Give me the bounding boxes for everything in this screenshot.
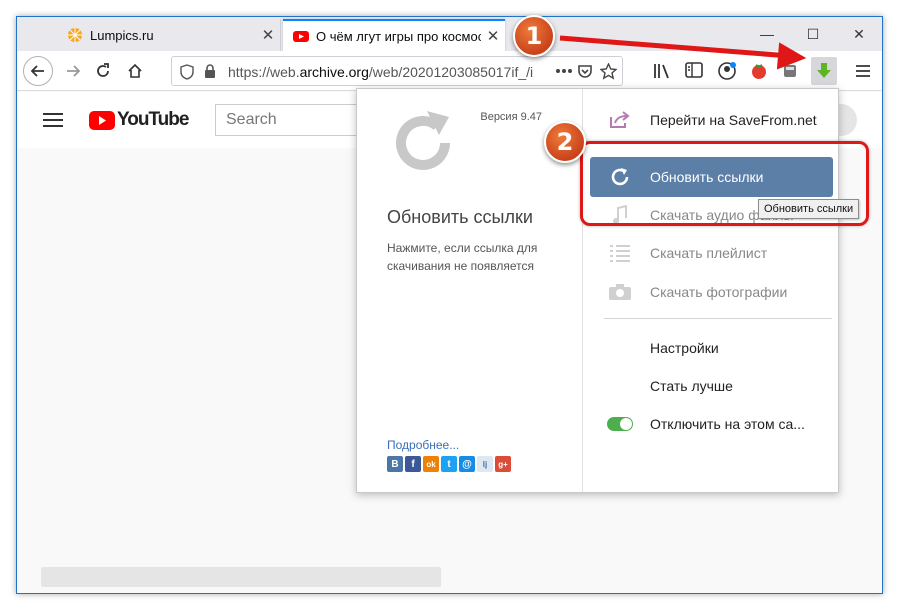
home-icon [128,63,142,78]
annotation-step-2: 2 [544,121,586,163]
annotation-step-1: 1 [513,15,555,57]
refresh-large-icon [396,111,450,170]
url-host: archive.org [299,64,369,80]
reload-button[interactable] [89,57,117,85]
twitter-icon[interactable]: t [441,456,457,472]
url-path: /web/20201203085017if_/i [368,64,534,80]
menu-hamburger-icon[interactable] [855,64,871,78]
shield-icon[interactable] [180,64,194,80]
forward-button[interactable] [59,57,87,85]
account-icon[interactable] [717,61,737,81]
camera-icon [609,284,631,300]
back-button[interactable] [23,56,53,86]
youtube-logo-text: YouTube [117,109,189,130]
tab-strip: Lumpics.ru ✕ О чём лгут игры про космос … [17,17,882,51]
info-title: Обновить ссылки [387,207,533,227]
tab-close-icon[interactable]: ✕ [481,27,505,45]
savefrom-extension-button[interactable] [811,57,837,85]
window-controls: — ☐ ✕ [744,17,882,51]
list-icon [610,245,630,262]
lumpics-favicon-icon [68,28,82,42]
youtube-favicon-icon [293,31,309,42]
menu-item-go-savefrom[interactable]: Перейти на SaveFrom.net [590,101,833,139]
sidebar-icon[interactable] [685,62,703,78]
tomato-extension-icon[interactable] [750,62,768,80]
info-description: Нажмите, если ссылка для скачивания не п… [387,241,538,273]
odnoklassniki-icon[interactable]: ok [423,456,439,472]
skeleton-bar [41,567,441,587]
close-window-button[interactable]: ✕ [836,17,882,51]
menu-item-settings[interactable]: Настройки [590,329,833,367]
tab-title: О чём лгут игры про космос [316,28,481,44]
bookmark-star-icon[interactable] [600,63,617,80]
library-icon[interactable] [653,63,671,79]
share-icon [610,111,630,128]
facebook-icon[interactable]: f [405,456,421,472]
youtube-logo[interactable]: YouTube [89,109,189,131]
menu-item-label: Настройки [650,340,719,356]
extension-icon[interactable] [782,63,798,79]
minimize-button[interactable]: — [744,17,790,51]
browser-window: Lumpics.ru ✕ О чём лгут игры про космос … [16,16,883,594]
lock-icon [205,64,215,78]
home-button[interactable] [121,57,149,85]
menu-item-label: Перейти на SaveFrom.net [650,112,817,128]
vk-icon[interactable]: В [387,456,403,472]
menu-item-become-better[interactable]: Стать лучше [590,367,833,405]
menu-item-label: Стать лучше [650,378,733,394]
menu-divider [604,318,832,319]
version-label: Версия 9.47 [480,111,542,123]
social-share-icons: В f ok t @ lj g+ [387,456,511,472]
forward-arrow-icon [67,65,81,77]
mailru-icon[interactable]: @ [459,456,475,472]
pocket-icon[interactable] [577,63,593,79]
menu-item-label: Отключить на этом са... [650,416,805,432]
menu-item-disable-on-site[interactable]: Отключить на этом са... [590,405,833,443]
tab-lumpics[interactable]: Lumpics.ru ✕ [57,19,281,51]
url-text[interactable]: https://web.archive.org/web/202012030850… [228,64,548,80]
savefrom-download-icon [817,63,831,78]
livejournal-icon[interactable]: lj [477,456,493,472]
tab-close-icon[interactable]: ✕ [256,26,280,44]
url-prefix: https://web. [228,64,300,80]
google-plus-icon[interactable]: g+ [495,456,511,472]
search-input[interactable]: Search [215,104,365,136]
navigation-bar: https://web.archive.org/web/202012030850… [17,51,882,91]
reload-icon [97,63,109,77]
menu-item-download-playlist[interactable]: Скачать плейлист [590,234,833,272]
maximize-button[interactable]: ☐ [790,17,836,51]
tab-title: Lumpics.ru [90,27,154,43]
menu-item-label: Скачать фотографии [650,284,788,300]
menu-item-download-photos[interactable]: Скачать фотографии [590,273,833,311]
tab-youtube-active[interactable]: О чём лгут игры про космос ✕ [283,19,505,51]
youtube-play-icon [89,110,115,130]
annotation-highlight-box [580,141,869,226]
back-arrow-icon [30,65,44,77]
more-info-link[interactable]: Подробнее... [387,438,459,452]
guide-menu-icon[interactable] [43,112,63,128]
menu-item-label: Скачать плейлист [650,245,768,261]
more-actions-icon[interactable] [555,66,573,76]
toggle-on-icon[interactable] [607,417,633,431]
url-bar[interactable]: https://web.archive.org/web/202012030850… [171,56,623,86]
